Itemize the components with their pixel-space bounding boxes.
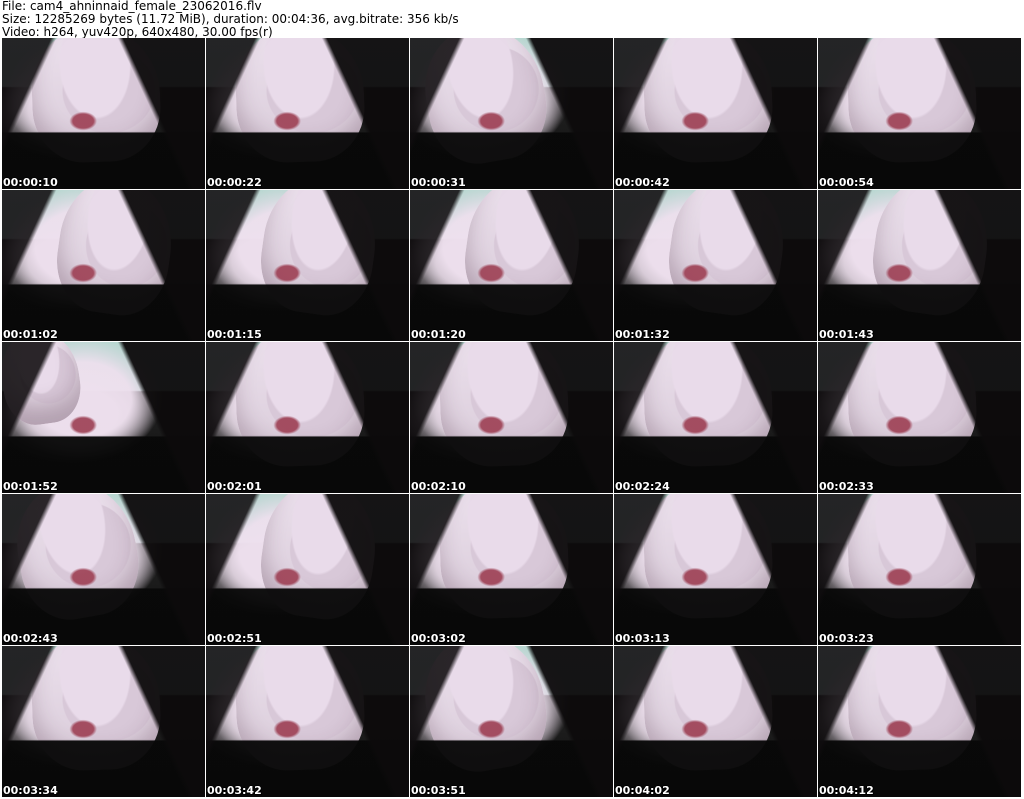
timestamp: 00:03:13	[615, 632, 670, 645]
thumbnail-frame: 00:03:02	[410, 494, 613, 645]
timestamp: 00:01:15	[207, 328, 262, 341]
thumbnail-frame: 00:03:23	[818, 494, 1021, 645]
timestamp: 00:01:20	[411, 328, 466, 341]
thumbnail-frame: 00:03:42	[206, 646, 409, 797]
thumbnail-frame: 00:03:34	[2, 646, 205, 797]
timestamp: 00:02:24	[615, 480, 670, 493]
thumbnail-frame: 00:01:52	[2, 342, 205, 493]
thumbnail-frame: 00:01:32	[614, 190, 817, 341]
thumbnail-frame: 00:04:12	[818, 646, 1021, 797]
timestamp: 00:03:02	[411, 632, 466, 645]
thumbnail-frame: 00:02:33	[818, 342, 1021, 493]
thumbnail-frame: 00:01:43	[818, 190, 1021, 341]
timestamp: 00:02:10	[411, 480, 466, 493]
timestamp: 00:00:22	[207, 176, 262, 189]
timestamp: 00:02:51	[207, 632, 262, 645]
thumbnail-frame: 00:00:10	[2, 38, 205, 189]
thumbnail-frame: 00:02:01	[206, 342, 409, 493]
video-format-text: Video: h264, yuv420p, 640x480, 30.00 fps…	[2, 25, 273, 39]
timestamp: 00:01:43	[819, 328, 874, 341]
timestamp: 00:01:32	[615, 328, 670, 341]
thumbnail-frame: 00:02:51	[206, 494, 409, 645]
thumbnail-frame: 00:01:15	[206, 190, 409, 341]
thumbnail-frame: 00:00:22	[206, 38, 409, 189]
video-info-header: File: cam4_ahninnaid_female_23062016.flv…	[2, 0, 1022, 38]
thumbnail-frame: 00:02:10	[410, 342, 613, 493]
timestamp: 00:03:23	[819, 632, 874, 645]
timestamp: 00:00:42	[615, 176, 670, 189]
timestamp: 00:04:12	[819, 784, 874, 797]
thumbnail-grid: 00:00:10 00:00:22 00:00:31 00:00:42 00:0…	[2, 38, 1023, 797]
thumbnail-frame: 00:00:54	[818, 38, 1021, 189]
thumbnail-frame: 00:01:20	[410, 190, 613, 341]
timestamp: 00:03:42	[207, 784, 262, 797]
thumbnail-frame: 00:02:24	[614, 342, 817, 493]
thumbnail-frame: 00:03:13	[614, 494, 817, 645]
thumbnail-frame: 00:01:02	[2, 190, 205, 341]
timestamp: 00:00:54	[819, 176, 874, 189]
timestamp: 00:00:31	[411, 176, 466, 189]
thumbnail-frame: 00:04:02	[614, 646, 817, 797]
thumbnail-frame: 00:00:42	[614, 38, 817, 189]
timestamp: 00:03:34	[3, 784, 58, 797]
timestamp: 00:02:43	[3, 632, 58, 645]
timestamp: 00:01:02	[3, 328, 58, 341]
timestamp: 00:01:52	[3, 480, 58, 493]
thumbnail-frame: 00:03:51	[410, 646, 613, 797]
thumbnail-frame: 00:00:31	[410, 38, 613, 189]
timestamp: 00:00:10	[3, 176, 58, 189]
timestamp: 00:03:51	[411, 784, 466, 797]
thumbnail-frame: 00:02:43	[2, 494, 205, 645]
timestamp: 00:02:01	[207, 480, 262, 493]
timestamp: 00:02:33	[819, 480, 874, 493]
timestamp: 00:04:02	[615, 784, 670, 797]
